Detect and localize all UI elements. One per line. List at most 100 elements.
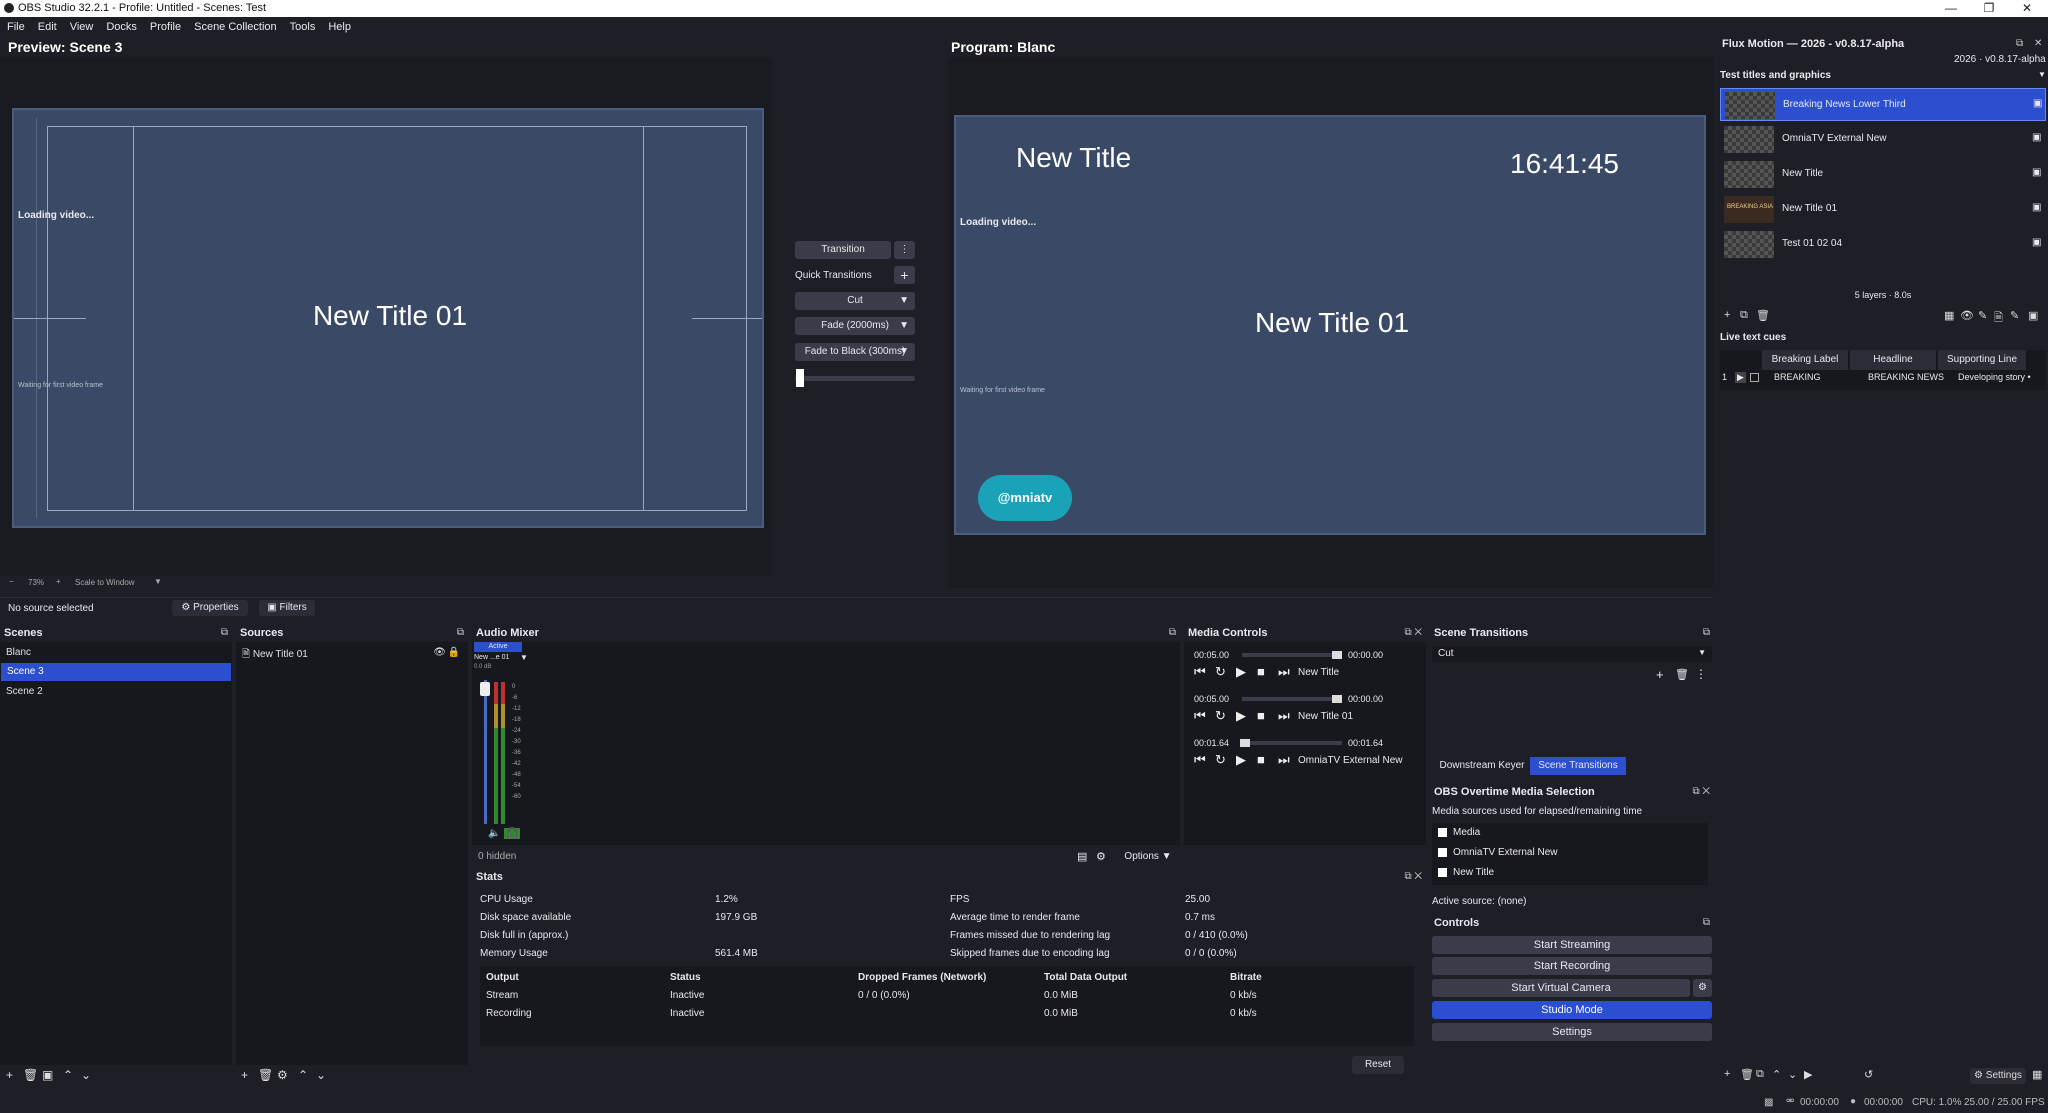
dock-close-icon[interactable]: ⧉ ✕ [1404, 869, 1422, 885]
options-button[interactable]: Options ▼ [1120, 849, 1176, 864]
flux-graphic-item[interactable]: BREAKING ASIA New Title 01 ▣ [1720, 193, 2046, 226]
menu-docks[interactable]: Docks [106, 21, 137, 33]
restart-icon[interactable]: ↻ [1215, 664, 1226, 680]
add-scene-icon[interactable]: + [6, 1068, 13, 1082]
flux-graphic-item[interactable]: Test 01 02 04 ▣ [1720, 228, 2046, 261]
previous-icon[interactable]: ⏮ [1194, 708, 1206, 724]
add-source-icon[interactable]: + [241, 1068, 248, 1082]
add-icon[interactable]: + [1724, 309, 1730, 321]
start-recording-button[interactable]: Start Recording [1432, 957, 1712, 975]
dock-close-icon[interactable]: ⧉ ✕ [1692, 784, 1710, 800]
audio-volume-handle[interactable] [480, 682, 490, 696]
chevron-down-icon[interactable]: ▼ [2038, 70, 2046, 79]
remove-transition-icon[interactable]: 🗑 [1675, 668, 1689, 681]
media-seek-bar[interactable] [1242, 653, 1342, 657]
next-icon[interactable]: ⏭ [1278, 708, 1290, 724]
scale-mode[interactable]: Scale to Window [75, 578, 135, 587]
media-seek-handle[interactable] [1332, 695, 1342, 703]
export-icon[interactable]: ▣ [2028, 309, 2038, 322]
cue-breaking-label[interactable]: BREAKING [1774, 372, 1821, 382]
checkbox[interactable] [1438, 867, 1447, 877]
pencil-icon[interactable]: ✎ [2010, 309, 2019, 322]
transition-menu-icon[interactable]: ⋮ [894, 241, 915, 259]
stop-icon[interactable]: ■ [1257, 664, 1265, 679]
dock-close-icon[interactable]: ✕ [2034, 38, 2042, 49]
move-down-icon[interactable]: ⌄ [1788, 1068, 1797, 1081]
t-bar-handle[interactable] [796, 369, 804, 387]
remove-source-icon[interactable]: 🗑 [258, 1068, 273, 1082]
media-seek-bar[interactable] [1242, 697, 1342, 701]
checkbox[interactable] [1438, 827, 1447, 837]
checkbox[interactable] [1438, 847, 1447, 857]
scale-dropdown-icon[interactable]: ▼ [154, 577, 162, 586]
previous-icon[interactable]: ⏮ [1194, 752, 1206, 768]
tab-scene-transitions[interactable]: Scene Transitions [1530, 757, 1626, 775]
overtime-item[interactable]: New Title [1438, 867, 1494, 878]
stop-icon[interactable]: ■ [1257, 708, 1265, 723]
mixer-settings-icon[interactable]: ⚙ [1096, 850, 1106, 863]
dock-float-icon[interactable]: ⧉ [1703, 625, 1710, 641]
menu-file[interactable]: File [7, 21, 25, 33]
media-seek-handle[interactable] [1332, 651, 1342, 659]
cue-supporting-line[interactable]: Developing story • [1958, 372, 2031, 382]
document-icon[interactable]: 🗎 [1994, 309, 2003, 328]
zoom-out-icon[interactable]: − [9, 577, 14, 586]
preview-area[interactable]: Loading video... Waiting for first video… [0, 58, 772, 576]
overtime-item[interactable]: OmniaTV External New [1438, 847, 1557, 858]
lock-icon[interactable]: 🔒 [448, 647, 460, 658]
dock-float-icon[interactable]: ⧉ [457, 625, 464, 641]
start-streaming-button[interactable]: Start Streaming [1432, 936, 1712, 954]
flux-graphic-item[interactable]: New Title ▣ [1720, 158, 2046, 191]
dock-float-icon[interactable]: ⧉ [1703, 915, 1710, 931]
remove-scene-icon[interactable]: 🗑 [23, 1068, 38, 1082]
menu-view[interactable]: View [70, 21, 94, 33]
reset-button[interactable]: Reset [1352, 1056, 1404, 1074]
play-icon[interactable]: ▶ [1804, 1068, 1812, 1081]
next-icon[interactable]: ⏭ [1278, 752, 1290, 768]
zoom-in-icon[interactable]: + [56, 577, 61, 586]
preview-canvas[interactable]: Loading video... Waiting for first video… [12, 108, 764, 528]
overtime-item[interactable]: Media [1438, 827, 1480, 838]
reset-icon[interactable]: ↺ [1864, 1068, 1873, 1081]
menu-profile[interactable]: Profile [150, 21, 181, 33]
properties-button[interactable]: ⚙ Properties [172, 600, 248, 616]
headphones-icon[interactable]: 🎧 [504, 828, 521, 839]
filters-button[interactable]: ▣ Filters [259, 600, 315, 616]
t-bar-slider[interactable] [795, 376, 915, 381]
quick-fade-black-button[interactable]: Fade to Black (300ms) ▼ [795, 343, 915, 361]
media-seek-bar[interactable] [1242, 741, 1342, 745]
quick-fade-button[interactable]: Fade (2000ms) ▼ [795, 317, 915, 335]
move-down-icon[interactable]: ⌄ [316, 1068, 326, 1082]
flux-graphic-item[interactable]: Breaking News Lower Third ▣ [1720, 88, 2046, 121]
speaker-icon[interactable]: 🔈 [488, 828, 500, 839]
maximize-icon[interactable]: ❐ [1970, 0, 2008, 17]
transition-menu-icon[interactable]: ⋮ [1695, 667, 1707, 681]
dock-float-icon[interactable]: ⧉ [2016, 38, 2023, 49]
menu-scene-collection[interactable]: Scene Collection [194, 21, 277, 33]
media-seek-handle[interactable] [1240, 739, 1250, 747]
chevron-down-icon[interactable]: ▼ [520, 653, 528, 662]
play-icon[interactable]: ▶ [1236, 708, 1246, 724]
start-virtual-camera-button[interactable]: Start Virtual Camera [1432, 979, 1690, 997]
dock-float-icon[interactable]: ⧉ [221, 625, 228, 641]
scene-item-scene-2[interactable]: Scene 2 [0, 683, 232, 701]
copy-icon[interactable]: ⧉ [1756, 1068, 1764, 1081]
close-icon[interactable]: ✕ [2008, 0, 2046, 17]
edit-icon[interactable]: ✎ [1978, 309, 1987, 322]
layout-icon[interactable]: ▤ [1077, 850, 1087, 863]
scene-item-blanc[interactable]: Blanc [0, 644, 232, 662]
cue-column-headline[interactable]: Headline [1850, 350, 1936, 370]
previous-icon[interactable]: ⏮ [1194, 664, 1206, 680]
settings-button[interactable]: Settings [1432, 1023, 1712, 1041]
delete-icon[interactable]: 🗑 [1740, 1068, 1754, 1081]
delete-icon[interactable]: 🗑 [1756, 309, 1770, 322]
menu-edit[interactable]: Edit [38, 21, 57, 33]
grid-icon[interactable]: ▦ [2032, 1068, 2042, 1081]
menu-tools[interactable]: Tools [290, 21, 316, 33]
stop-icon[interactable]: ■ [1257, 752, 1265, 767]
source-settings-icon[interactable]: ⚙ [277, 1068, 288, 1082]
play-icon[interactable]: ▶ [1236, 752, 1246, 768]
scene-filters-icon[interactable]: ▣ [42, 1068, 53, 1082]
minimize-icon[interactable]: — [1932, 0, 1970, 17]
cue-column-breaking-label[interactable]: Breaking Label [1762, 350, 1848, 370]
